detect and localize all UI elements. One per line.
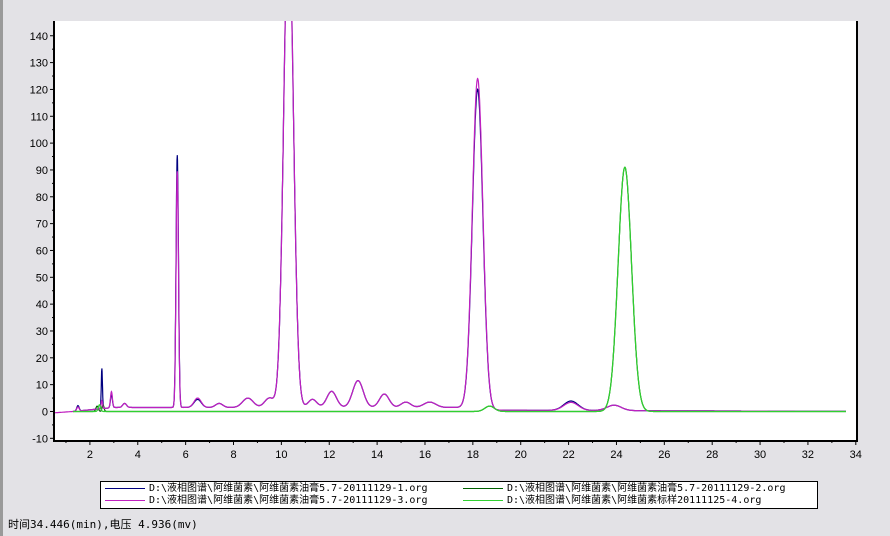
y-tick-label: 100	[30, 138, 48, 150]
x-tick-label: 34	[850, 449, 862, 461]
legend-item: D:\液相图谱\阿维菌素\阿维菌素标样20111125-4.org	[463, 494, 761, 507]
legend-swatch	[463, 488, 503, 489]
y-tick-label: 0	[42, 406, 48, 418]
legend-swatch	[105, 488, 145, 489]
y-tick-label: -10	[32, 433, 48, 445]
y-tick-label: 50	[36, 272, 48, 284]
x-tick-label: 22	[562, 449, 574, 461]
status-bar-readout: 时间34.446(min),电压 4.936(mv)	[8, 518, 198, 531]
y-tick-label: 120	[30, 84, 48, 96]
legend-label: D:\液相图谱\阿维菌素\阿维菌素标样20111125-4.org	[507, 495, 762, 506]
x-tick-label: 12	[323, 449, 335, 461]
y-tick-label: 110	[30, 111, 48, 123]
y-tick-label: 70	[36, 219, 48, 231]
x-tick-label: 28	[706, 449, 718, 461]
x-tick-label: 32	[802, 449, 814, 461]
x-tick-label: 14	[371, 449, 383, 461]
x-tick-label: 2	[87, 449, 93, 461]
chromatogram-chart: -1001020304050607080901001101201301402 4 6…	[30, 21, 862, 461]
legend: D:\液相图谱\阿维菌素\阿维菌素油膏5.7-20111129-1.org D:\…	[100, 481, 818, 509]
x-tick-label: 26	[658, 449, 670, 461]
y-tick-label: 20	[36, 353, 48, 365]
y-tick-label: 60	[36, 245, 48, 257]
x-tick-label: 6	[183, 449, 189, 461]
legend-swatch	[105, 500, 145, 501]
y-tick-label: 10	[36, 380, 48, 392]
x-tick-label: 10	[275, 449, 287, 461]
y-tick-label: 90	[36, 165, 48, 177]
y-tick-label: 40	[36, 299, 48, 311]
x-tick-label: 8	[230, 449, 236, 461]
x-tick-label: 4	[135, 449, 141, 461]
x-tick-label: 20	[515, 449, 527, 461]
y-tick-label: 30	[36, 326, 48, 338]
x-tick-label: 24	[610, 449, 622, 461]
x-tick-label: 16	[419, 449, 431, 461]
y-tick-label: 130	[30, 58, 48, 70]
legend-swatch	[463, 500, 503, 501]
legend-label: D:\液相图谱\阿维菌素\阿维菌素油膏5.7-20111129-3.org	[149, 495, 428, 506]
x-tick-label: 30	[754, 449, 766, 461]
y-tick-label: 140	[30, 31, 48, 43]
x-tick-label: 18	[467, 449, 479, 461]
legend-item: D:\液相图谱\阿维菌素\阿维菌素油膏5.7-20111129-3.org	[105, 494, 427, 507]
y-tick-label: 80	[36, 192, 48, 204]
